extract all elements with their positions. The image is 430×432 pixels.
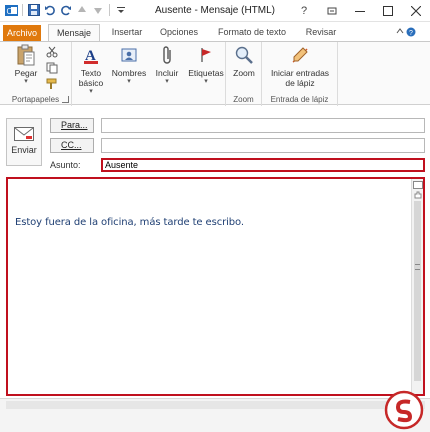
- ruler-icon[interactable]: [413, 181, 423, 189]
- basic-text-label-1: Texto: [80, 68, 102, 78]
- to-button[interactable]: Para...: [50, 118, 94, 133]
- chevron-down-icon: ▾: [165, 78, 169, 85]
- pen-icon: [289, 44, 311, 66]
- basic-text-button[interactable]: A Texto básico ▾: [75, 44, 107, 96]
- include-button[interactable]: Incluir ▾: [150, 44, 184, 86]
- separator: [109, 4, 110, 16]
- subject-label: Asunto:: [50, 160, 81, 170]
- ribbon-tabs: Archivo Mensaje Insertar Opciones Format…: [0, 22, 430, 43]
- group-nombres: Nombres ▾: [108, 42, 148, 106]
- names-button[interactable]: Nombres ▾: [110, 44, 148, 86]
- window-controls: ?: [290, 0, 430, 22]
- font-icon: A: [80, 44, 102, 66]
- svg-text:?: ?: [409, 30, 413, 37]
- flag-icon: [195, 44, 217, 66]
- to-field[interactable]: [101, 118, 425, 133]
- cut-icon[interactable]: [46, 46, 58, 58]
- maximize-icon[interactable]: [374, 0, 402, 22]
- paste-button[interactable]: Pegar ▾: [12, 44, 40, 86]
- address-book-icon: [118, 44, 140, 66]
- scrollbar-grip-icon: [415, 264, 420, 270]
- cc-label: CC...: [61, 140, 82, 150]
- chevron-down-icon: ▾: [204, 78, 208, 85]
- group-label-portapapeles: Portapapeles: [11, 95, 60, 104]
- group-zoom: Zoom Zoom: [226, 42, 262, 106]
- minimize-icon[interactable]: [346, 0, 374, 22]
- group-label-zoom: Zoom: [233, 95, 254, 104]
- message-body[interactable]: Estoy fuera de la oficina, más tarde te …: [6, 177, 425, 396]
- group-incluir: Incluir ▾: [148, 42, 184, 106]
- quick-access-toolbar: O: [4, 3, 128, 17]
- ribbon: Pegar ▾ Portapapeles A Texto básico ▾ No…: [0, 41, 430, 106]
- names-label: Nombres: [111, 68, 147, 78]
- site-watermark-logo: [384, 390, 424, 430]
- tab-formato-de-texto[interactable]: Formato de texto: [210, 24, 294, 42]
- envelope-icon: [14, 127, 34, 141]
- close-icon[interactable]: [402, 0, 430, 22]
- down-arrow-icon[interactable]: [91, 3, 105, 17]
- dialog-launcher-icon[interactable]: [62, 96, 69, 103]
- body-text: Estoy fuera de la oficina, más tarde te …: [15, 217, 244, 228]
- svg-text:O: O: [6, 7, 12, 16]
- redo-icon[interactable]: [59, 3, 73, 17]
- up-arrow-icon[interactable]: [75, 3, 89, 17]
- chevron-down-icon: ▾: [24, 78, 28, 85]
- tab-archivo[interactable]: Archivo: [3, 25, 41, 41]
- ink-label-2: de lápiz: [285, 78, 315, 88]
- include-label: Incluir: [155, 68, 179, 78]
- tags-label: Etiquetas: [188, 68, 224, 78]
- cc-field[interactable]: [101, 138, 425, 153]
- separator: [22, 4, 23, 16]
- send-label: Enviar: [11, 145, 37, 155]
- clipboard-icon: [15, 44, 37, 66]
- start-inking-button[interactable]: Iniciar entradas de lápiz: [264, 44, 336, 88]
- help-window-icon[interactable]: ?: [290, 0, 318, 22]
- outlook-icon[interactable]: O: [4, 3, 18, 17]
- zoom-label: Zoom: [233, 68, 255, 78]
- group-entrada-de-lapiz: Iniciar entradas de lápiz Entrada de láp…: [262, 42, 338, 106]
- hand-icon[interactable]: [413, 191, 423, 199]
- group-etiquetas: Etiquetas ▾: [184, 42, 226, 106]
- title-bar: O Ausente - Mensaje (HTML) ?: [0, 0, 430, 22]
- undo-icon[interactable]: [43, 3, 57, 17]
- paste-label: Pegar: [14, 68, 38, 78]
- zoom-button[interactable]: Zoom: [228, 44, 260, 78]
- status-bar: [0, 398, 430, 432]
- to-label: Para...: [61, 120, 88, 130]
- send-button[interactable]: Enviar: [6, 118, 42, 166]
- copy-icon[interactable]: [46, 62, 58, 74]
- paperclip-icon: [156, 44, 178, 66]
- scrollbar-thumb[interactable]: [414, 201, 421, 381]
- basic-text-label-2: básico: [78, 78, 104, 88]
- tab-revisar[interactable]: Revisar: [298, 24, 344, 42]
- vertical-scrollbar[interactable]: [411, 179, 423, 394]
- tags-button[interactable]: Etiquetas ▾: [186, 44, 226, 86]
- ink-label-1: Iniciar entradas: [270, 68, 330, 78]
- group-label-entrada-de-lapiz: Entrada de lápiz: [270, 95, 329, 104]
- customize-toolbar-icon[interactable]: [114, 3, 128, 17]
- minimize-ribbon-icon[interactable]: [396, 27, 404, 37]
- cc-button[interactable]: CC...: [50, 138, 94, 153]
- chevron-down-icon: ▾: [127, 78, 131, 85]
- help-icon[interactable]: ?: [406, 27, 416, 39]
- tab-insertar[interactable]: Insertar: [104, 24, 150, 42]
- horizontal-scrollbar[interactable]: [6, 401, 425, 409]
- subject-field[interactable]: Ausente: [101, 158, 425, 172]
- group-texto-basico: A Texto básico ▾: [72, 42, 108, 106]
- save-icon[interactable]: [27, 3, 41, 17]
- message-header: Enviar Para... CC... Asunto: Ausente: [0, 106, 430, 176]
- restore-ribbon-icon[interactable]: [318, 0, 346, 22]
- chevron-down-icon: ▾: [89, 88, 93, 95]
- format-painter-icon[interactable]: [46, 78, 58, 90]
- magnifier-icon: [233, 44, 255, 66]
- group-portapapeles: Pegar ▾ Portapapeles: [0, 42, 72, 106]
- tab-opciones[interactable]: Opciones: [154, 24, 204, 42]
